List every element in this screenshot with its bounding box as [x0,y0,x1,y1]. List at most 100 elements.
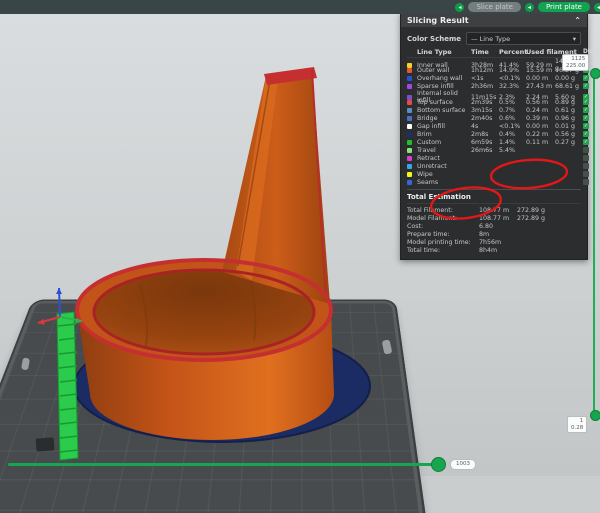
line-type-color-swatch [407,95,412,100]
line-type-time: 2m8s [471,131,498,138]
layer-slider-top-handle[interactable] [590,68,600,79]
line-type-name: Seams [417,179,470,186]
collapse-panel-icon[interactable]: ⌃ [574,16,581,25]
col-time: Time [471,48,498,56]
line-type-percent: <0.1% [499,75,525,82]
display-checkbox[interactable]: ✓ [583,99,589,105]
display-checkbox[interactable] [583,147,589,153]
display-checkbox[interactable]: ✓ [583,115,589,121]
line-type-percent: 32.3% [499,83,525,90]
display-checkbox[interactable] [583,155,589,161]
line-type-row: Overhang wall<1s<0.1%0.00 m0.00 g✓ [407,74,581,82]
layer-top-height: 225.00 [566,63,585,70]
total-estimation-title: Total Estimation [407,192,581,204]
line-type-time: 1h12m [471,67,498,74]
layer-slider-bottom-handle[interactable] [590,410,600,421]
line-type-name: Top surface [417,99,470,106]
line-type-time: 6m59s [471,139,498,146]
line-type-percent: 0.5% [499,99,525,106]
line-type-row: Sparse infill2h36m32.3%27.43 m68.61 g✓ [407,82,581,90]
line-type-percent: 5.4% [499,147,525,154]
line-type-length: 0.11 m [526,139,554,146]
custom-gcode-tower [57,312,78,460]
total-estimation-row: Total Filament:108.77 m272.89 g [407,206,581,214]
estimation-label: Total time: [407,247,479,254]
color-scheme-value: — Line Type [471,35,510,43]
line-type-length: 0.00 m [526,75,554,82]
slice-plate-button[interactable]: Slice plate [468,2,520,12]
display-checkbox[interactable]: ✓ [583,75,589,81]
line-type-row: Gap infill4s<0.1%0.00 m0.01 g✓ [407,122,581,130]
print-plate-dropdown-icon[interactable]: ◂ [525,3,534,12]
line-type-color-swatch [407,116,412,121]
line-type-row: Custom6m59s1.4%0.11 m0.27 g✓ [407,138,581,146]
print-plate-button[interactable]: Print plate [538,2,590,12]
col-percent: Percent [499,48,525,56]
line-type-time: 3m15s [471,107,498,114]
line-type-weight: 0.96 g [555,115,582,122]
line-type-weight: 0.00 g [555,75,582,82]
display-checkbox[interactable] [583,179,589,185]
estimation-label: Model Filament: [407,215,479,222]
line-type-name: Overhang wall [417,75,470,82]
estimation-label: Cost: [407,223,479,230]
display-checkbox[interactable] [583,171,589,177]
display-checkbox[interactable]: ✓ [583,139,589,145]
estimation-value: 8h4m [479,247,517,254]
estimation-value: 108.77 m [479,215,517,222]
line-type-percent: 14.9% [499,67,525,74]
line-type-row: Outer wall1h12m14.9%15.59 m46.27 g✓ [407,66,581,74]
estimation-label: Prepare time: [407,231,479,238]
estimation-value: 7h56m [479,239,517,246]
estimation-value: 8m [479,231,517,238]
line-type-name: Bridge [417,115,470,122]
line-type-percent: 1.4% [499,139,525,146]
line-type-weight: 0.27 g [555,139,582,146]
display-checkbox[interactable]: ✓ [583,83,589,89]
line-type-weight: 0.89 g [555,99,582,106]
line-type-length: 15.59 m [526,67,554,74]
line-type-weight: 68.61 g [555,83,582,90]
total-estimation-row: Total time:8h4m [407,246,581,254]
line-type-time: 26m6s [471,147,498,154]
more-plate-actions-icon[interactable]: ◂ [594,3,600,12]
line-type-row: Travel26m6s5.4% [407,146,581,154]
line-type-row: Unretract [407,162,581,170]
estimation-label: Model printing time: [407,239,479,246]
line-type-name: Retract [417,155,470,162]
line-type-table-header: Line Type Time Percent Used filament Dis… [407,46,581,58]
line-type-table: Inner wall3h28m41.4%59.29 m148.31 g✓Oute… [407,58,581,186]
line-type-color-swatch [407,100,412,105]
line-type-weight: 0.56 g [555,131,582,138]
layer-slider-track[interactable] [593,72,595,414]
line-type-row: Internal solid infill11m15s2.3%2.24 m5.6… [407,90,581,98]
display-checkbox[interactable] [583,163,589,169]
total-estimation-row: Model printing time:7h56m [407,238,581,246]
display-checkbox[interactable]: ✓ [583,107,589,113]
display-checkbox[interactable]: ✓ [583,123,589,129]
line-type-color-swatch [407,124,412,129]
display-checkbox[interactable]: ✓ [583,131,589,137]
line-type-name: Wipe [417,171,470,178]
line-type-length: 0.22 m [526,131,554,138]
move-slider-track[interactable] [8,463,438,466]
move-slider-handle[interactable] [431,457,446,472]
line-type-row: Wipe [407,170,581,178]
slicing-result-panel: Slicing Result ⌃ Color Scheme — Line Typ… [400,12,588,260]
line-type-weight: 0.61 g [555,107,582,114]
estimation-label: Total Filament: [407,207,479,214]
line-type-row: Brim2m8s0.4%0.22 m0.56 g✓ [407,130,581,138]
line-type-color-swatch [407,156,412,161]
col-line-type: Line Type [417,48,470,56]
total-estimation-table: Total Filament:108.77 m272.89 gModel Fil… [407,206,581,254]
line-type-name: Brim [417,131,470,138]
total-estimation-row: Cost:6.80 [407,222,581,230]
layer-top-tooltip: 1125 225.00 [562,54,589,71]
line-type-length: 0.39 m [526,115,554,122]
slice-plate-dropdown-icon[interactable]: ◂ [455,3,464,12]
line-type-color-swatch [407,108,412,113]
chevron-down-icon: ▾ [573,35,576,43]
line-type-row: Bottom surface3m15s0.7%0.24 m0.61 g✓ [407,106,581,114]
line-type-color-swatch [407,164,412,169]
color-scheme-dropdown[interactable]: — Line Type ▾ [466,32,581,45]
